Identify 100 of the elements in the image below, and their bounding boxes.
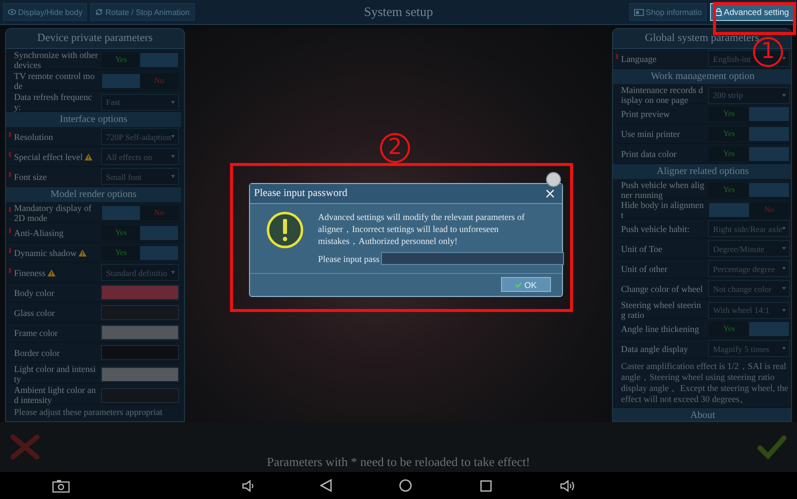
setting-label: Mandatory display of 2D mode bbox=[14, 203, 92, 223]
status-message: Parameters with * need to be reloaded to take effect! bbox=[266, 455, 532, 471]
dropdown[interactable]: 720P Self-adaption bbox=[101, 128, 180, 145]
dropdown[interactable]: Degree/Minute bbox=[708, 240, 790, 257]
color-swatch[interactable] bbox=[101, 366, 180, 382]
setting-label: Resolution bbox=[14, 132, 54, 142]
setting-label: Fineness bbox=[14, 268, 46, 278]
section-heading: Aligner related options bbox=[613, 164, 791, 179]
eye-icon bbox=[8, 9, 16, 15]
caret-icon bbox=[782, 227, 786, 230]
setting-label: Push vehicle when aligner running bbox=[621, 180, 704, 200]
section-heading: Work management option bbox=[613, 69, 791, 84]
toggle-switch[interactable]: Yes bbox=[708, 146, 790, 162]
confirm-icon[interactable] bbox=[757, 434, 787, 460]
toggle-switch[interactable]: No bbox=[101, 205, 180, 221]
setting-label: Light color and intensity bbox=[14, 364, 96, 384]
toggle-switch[interactable]: Yes bbox=[708, 126, 790, 142]
panel-title: Device private parameters bbox=[6, 29, 184, 49]
toggle-switch[interactable]: Yes bbox=[708, 182, 790, 198]
toolbar-button[interactable]: Shop informatio bbox=[628, 3, 707, 21]
toggle-switch[interactable]: No bbox=[708, 202, 790, 218]
caret-icon bbox=[171, 100, 176, 104]
toggle-switch[interactable]: No bbox=[101, 73, 180, 89]
setting-label: Print preview bbox=[621, 108, 670, 118]
setting-label: Data angle display bbox=[621, 344, 688, 354]
setting-label: Data refresh frequency: bbox=[14, 92, 92, 112]
setting-label: Change color of wheel bbox=[621, 284, 703, 294]
dropdown[interactable]: Small font bbox=[101, 168, 180, 185]
setting-label: Font size bbox=[14, 172, 47, 182]
setting-label: Use mini printer bbox=[621, 128, 680, 138]
color-swatch[interactable] bbox=[101, 325, 180, 340]
rotate-icon bbox=[95, 8, 104, 16]
warning-icon bbox=[266, 211, 304, 249]
step-number: 2 bbox=[380, 133, 410, 163]
volume-up-icon[interactable] bbox=[560, 478, 576, 492]
recent-apps-icon[interactable] bbox=[480, 480, 492, 492]
close-button[interactable]: × bbox=[544, 186, 556, 200]
caret-icon bbox=[171, 271, 176, 274]
caret-icon bbox=[171, 175, 176, 178]
dialog-title: Please input password bbox=[254, 188, 348, 199]
setting-label: Unit of other bbox=[621, 264, 668, 274]
setting-label: Ambient light color and intensity bbox=[14, 385, 96, 405]
setting-label: Special effect level bbox=[14, 152, 83, 162]
screenshot-icon[interactable] bbox=[52, 478, 70, 492]
dropdown[interactable]: Magnify 5 times bbox=[708, 340, 790, 357]
caret-icon bbox=[782, 308, 786, 312]
setting-label: Border color bbox=[14, 348, 60, 358]
toolbar-button[interactable]: Display/Hide body bbox=[3, 3, 88, 21]
lock-icon bbox=[714, 8, 722, 16]
setting-label: Dynamic shadow bbox=[14, 248, 77, 258]
card-icon bbox=[634, 8, 644, 16]
ok-button[interactable]: OK bbox=[501, 277, 551, 292]
toggle-switch[interactable]: Yes bbox=[708, 320, 790, 336]
back-icon[interactable] bbox=[320, 479, 332, 492]
setting-label: Print data color bbox=[621, 148, 676, 158]
caret-icon bbox=[782, 287, 786, 290]
caret-icon bbox=[171, 155, 176, 158]
dropdown[interactable]: Fast bbox=[101, 94, 180, 110]
setting-label: Steering wheel steering ratio bbox=[621, 300, 701, 320]
color-swatch[interactable] bbox=[101, 345, 180, 360]
toolbar-button[interactable]: Rotate / Stop Animation bbox=[90, 3, 195, 21]
caret-icon bbox=[782, 267, 786, 270]
setting-label: Hide body in alignment bbox=[621, 200, 704, 220]
caret-icon bbox=[782, 94, 786, 96]
dropdown[interactable]: 200 strip bbox=[708, 86, 790, 104]
dropdown[interactable]: Percentage degree bbox=[708, 260, 790, 277]
setting-label: Body color bbox=[14, 288, 54, 298]
dropdown[interactable]: Standard definitio bbox=[101, 264, 180, 281]
note-text: Please adjust these parameters appropriat bbox=[8, 405, 180, 421]
setting-label: Frame color bbox=[14, 328, 58, 338]
dropdown[interactable]: All effects on bbox=[101, 148, 180, 165]
toggle-switch[interactable]: Yes bbox=[101, 224, 180, 240]
caret-icon bbox=[782, 57, 786, 60]
password-field[interactable] bbox=[380, 252, 564, 265]
dropdown[interactable]: Not change color bbox=[708, 280, 790, 297]
caret-icon bbox=[782, 247, 786, 250]
check-icon bbox=[515, 282, 522, 288]
caret-icon bbox=[171, 135, 176, 138]
color-swatch[interactable] bbox=[101, 305, 180, 320]
home-icon[interactable] bbox=[399, 479, 412, 492]
toggle-switch[interactable]: Yes bbox=[101, 52, 180, 68]
setting-label: TV remote control mode bbox=[14, 71, 95, 91]
color-swatch[interactable] bbox=[101, 388, 180, 402]
setting-label: Language bbox=[621, 54, 656, 64]
toggle-switch[interactable]: Yes bbox=[708, 106, 790, 122]
setting-label: Push vehicle habit: bbox=[621, 224, 690, 234]
section-heading: Model render options bbox=[6, 187, 182, 202]
color-swatch[interactable] bbox=[101, 285, 180, 300]
toggle-switch[interactable]: Yes bbox=[101, 244, 180, 260]
dialog-message: Advanced settings will modify the relevant parameters of aligner，Incorrect settings will lead to unforeseen mistakes，Authorized personnel only! bbox=[318, 211, 526, 247]
volume-down-icon[interactable] bbox=[242, 478, 256, 492]
setting-label: Synchronize with other devices bbox=[14, 50, 98, 70]
field-label: Please input pass bbox=[318, 254, 380, 264]
setting-label: Anti-Aliasing bbox=[14, 228, 64, 238]
section-heading: About bbox=[613, 408, 791, 421]
setting-label: Unit of Toe bbox=[621, 244, 662, 254]
caret-icon bbox=[782, 347, 786, 350]
dropdown[interactable]: Right side/Rear axle bbox=[708, 220, 790, 237]
setting-label: Angle line thickening bbox=[621, 324, 699, 334]
setting-label: Maintenance records display on one page bbox=[621, 85, 703, 105]
